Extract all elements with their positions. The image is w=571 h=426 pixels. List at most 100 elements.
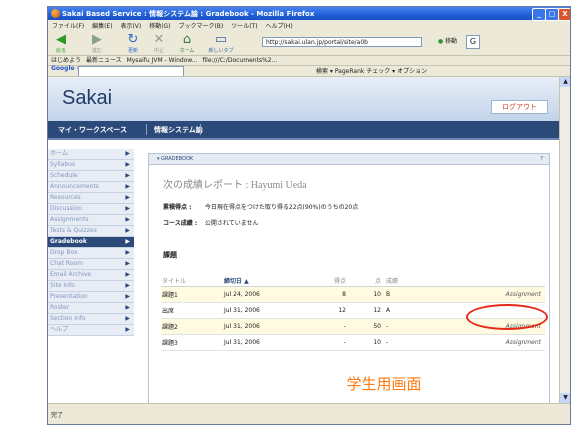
site-navigation: マイ・ワークスペース 情報システム論: [48, 121, 559, 140]
bookmark-mysaifu[interactable]: Mysaifu JVM - Window...: [127, 57, 198, 64]
tool-label: ホーム: [50, 150, 68, 157]
menu-edit[interactable]: 編集(E): [92, 23, 112, 30]
home-icon: ⌂: [182, 32, 192, 47]
tool-schedule[interactable]: Schedule ▶: [48, 171, 134, 182]
row-title: 課題3: [161, 334, 223, 351]
tool-label: Announcements: [50, 183, 99, 190]
bookmark-latest-news[interactable]: 最新ニュース: [86, 57, 122, 64]
row-due-date: Jul 31, 2006: [223, 302, 305, 319]
new-tab-icon: ▭: [214, 32, 228, 47]
bookmark-getting-started[interactable]: はじめよう: [51, 57, 81, 64]
site-tab-separator: [200, 124, 201, 135]
vertical-scrollbar[interactable]: ▲ ▼: [559, 77, 570, 403]
reload-button[interactable]: ↻ 更新: [124, 33, 142, 55]
menu-view[interactable]: 表示(V): [120, 23, 141, 30]
table-header: タイトル 締切日 ▲ 得点 点 成績: [161, 274, 545, 287]
minimize-button[interactable]: _: [532, 8, 546, 21]
tool-label: Syllabus: [50, 161, 76, 168]
tool-gradebook[interactable]: Gradebook ▶: [48, 237, 134, 248]
row-points-possible: 10: [350, 286, 385, 303]
tool-label: Section Info: [50, 315, 86, 322]
row-assignment-link[interactable]: Assignment: [417, 286, 545, 303]
scroll-up-icon[interactable]: ▲: [560, 77, 570, 87]
tool-tests-quizzes[interactable]: Tests & Quizzes ▶: [48, 226, 134, 237]
arrow-right-icon: ▶: [125, 238, 130, 245]
tool-label: Site Info: [50, 282, 75, 289]
new-tab-button[interactable]: ▭ 新しいタブ: [208, 32, 234, 55]
menu-help[interactable]: ヘルプ(H): [265, 23, 292, 30]
go-button[interactable]: ● 移動: [438, 36, 457, 45]
stop-icon: ✕: [153, 32, 165, 47]
search-icon[interactable]: G: [466, 35, 480, 49]
scroll-down-icon[interactable]: ▼: [560, 393, 570, 403]
tool-roster[interactable]: Roster ▶: [48, 303, 134, 314]
bookmark-file[interactable]: file:///C:/Documents%2...: [202, 57, 277, 64]
tool-drop-box[interactable]: Drop Box ▶: [48, 248, 134, 259]
google-logo[interactable]: Google -: [51, 65, 79, 72]
tool-syllabus[interactable]: Syllabus ▶: [48, 160, 134, 171]
go-icon: ●: [438, 38, 444, 45]
tool-assignments[interactable]: Assignments ▶: [48, 215, 134, 226]
column-points-possible[interactable]: 点: [350, 274, 385, 287]
google-toolbar-buttons[interactable]: 検索 ▾ PageRank チェック ▾ オプション: [316, 66, 427, 75]
maximize-button[interactable]: □: [545, 8, 559, 21]
tool-section-info[interactable]: Section Info ▶: [48, 314, 134, 325]
browser-window: Sakai Based Service : 情報システム論 : Gradeboo…: [47, 6, 571, 425]
column-points-earned[interactable]: 得点: [305, 274, 350, 287]
tool-label: Discussion: [50, 205, 82, 212]
tool-label: Schedule: [50, 172, 78, 179]
tool-email-archive[interactable]: Email Archive ▶: [48, 270, 134, 281]
new-tab-label: 新しいタブ: [208, 48, 234, 54]
menu-go[interactable]: 移動(G): [149, 23, 170, 30]
stop-button[interactable]: ✕ 中止: [150, 32, 168, 55]
tool-chat-room[interactable]: Chat Room ▶: [48, 259, 134, 270]
portlet-title-text: GRADEBOOK: [161, 156, 194, 162]
tool-site-info[interactable]: Site Info ▶: [48, 281, 134, 292]
tool-label: Drop Box: [50, 249, 78, 256]
row-assignment-link[interactable]: Assignment: [417, 334, 545, 351]
row-points-earned: 12: [305, 302, 350, 319]
site-tab-my-workspace[interactable]: マイ・ワークスペース: [58, 125, 127, 135]
table-row: 課題1 Jul 24, 2006 8 10 B Assignment: [161, 286, 545, 303]
arrow-right-icon: ▶: [125, 183, 130, 190]
firefox-icon: [51, 9, 60, 18]
column-grade[interactable]: 成績: [385, 274, 417, 287]
column-title[interactable]: タイトル: [161, 274, 223, 287]
tool-label: Chat Room: [50, 260, 84, 267]
logout-button[interactable]: ログアウト: [491, 100, 548, 114]
help-icon[interactable]: ?: [540, 154, 543, 164]
page-title: 次の成績レポート : Hayumi Ueda: [163, 180, 307, 191]
close-button[interactable]: X: [558, 8, 570, 21]
row-due-date: Jul 31, 2006: [223, 318, 305, 335]
tool-presentation[interactable]: Presentation ▶: [48, 292, 134, 303]
menu-bookmarks[interactable]: ブックマーク(B): [178, 23, 223, 30]
row-due-date: Jul 24, 2006: [223, 286, 305, 303]
forward-button[interactable]: ▶ 進む: [88, 33, 106, 55]
tool-discussion[interactable]: Discussion ▶: [48, 204, 134, 215]
arrow-right-icon: ▶: [125, 315, 130, 322]
home-button[interactable]: ⌂ ホーム: [178, 32, 196, 55]
tool-help[interactable]: ヘルプ ▶: [48, 325, 134, 336]
column-due-date[interactable]: 締切日 ▲: [223, 274, 305, 287]
back-button[interactable]: ◀ 戻る: [52, 32, 70, 55]
arrow-right-icon: ▶: [125, 194, 130, 201]
tool-resources[interactable]: Resources ▶: [48, 193, 134, 204]
menu-tools[interactable]: ツール(T): [231, 23, 257, 30]
row-grade: -: [385, 318, 417, 335]
points-value: 今日現在得点をつけた取り得る22点(90%)のうちの20点: [204, 204, 359, 211]
tool-home[interactable]: ホーム ▶: [48, 149, 134, 160]
arrow-right-icon: ▶: [125, 282, 130, 289]
table-row: 課題3 Jul 31, 2006 - 10 - Assignment: [161, 334, 545, 351]
back-label: 戻る: [55, 48, 66, 54]
page-viewport: Sakai ログアウト マイ・ワークスペース 情報システム論 ホーム ▶ Syll…: [48, 77, 559, 403]
back-arrow-icon: ◀: [56, 32, 66, 47]
url-field[interactable]: http://sakai.ulan.jp/portal/site/a0b: [262, 37, 422, 47]
window-title: Sakai Based Service : 情報システム論 : Gradeboo…: [62, 10, 315, 18]
site-tab-info-systems[interactable]: 情報システム論: [154, 125, 203, 135]
tool-label: Roster: [50, 304, 70, 311]
gradebook-portlet: ▾ GRADEBOOK ? 次の成績レポート : Hayumi Ueda 累積得…: [148, 153, 550, 403]
google-search-input[interactable]: [78, 66, 184, 76]
tool-announcements[interactable]: Announcements ▶: [48, 182, 134, 193]
menu-file[interactable]: ファイル(F): [52, 23, 84, 30]
forward-label: 進む: [91, 48, 102, 54]
